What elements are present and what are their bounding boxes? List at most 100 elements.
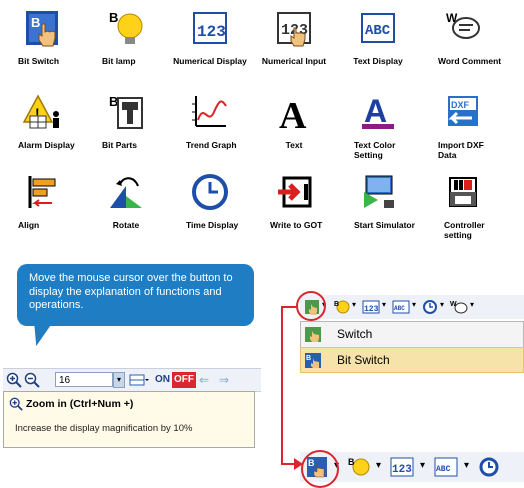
palette-bit-switch[interactable]: B Bit Switch — [0, 8, 84, 84]
tooltip-description: Increase the display magnification by 10… — [15, 423, 193, 434]
palette-label: Alarm Display — [18, 140, 75, 150]
trend-graph-icon — [192, 96, 227, 127]
clock-icon[interactable] — [478, 456, 500, 478]
palette-label: Bit Parts — [102, 140, 137, 150]
svg-text:B: B — [109, 10, 118, 25]
dropdown-arrow[interactable]: ▾ — [464, 460, 469, 471]
palette-text-display[interactable]: ABC Text Display — [336, 8, 420, 84]
palette-rotate[interactable]: Rotate — [84, 172, 168, 248]
on-button[interactable]: ON — [155, 372, 170, 388]
word-comment-icon[interactable]: W — [450, 299, 468, 315]
svg-text:B: B — [334, 301, 339, 308]
zoom-in-icon — [9, 397, 23, 411]
dropdown-arrow[interactable]: ▾ — [412, 300, 416, 309]
text-display-icon: ABC — [361, 13, 395, 43]
palette-label: Align — [18, 220, 40, 230]
bit-lamp-icon[interactable]: B — [348, 456, 370, 478]
tooltip: Zoom in (Ctrl+Num +) Increase the displa… — [3, 391, 255, 448]
connector-line — [281, 306, 283, 465]
bit-switch-icon: B — [26, 11, 58, 47]
palette-numerical-display[interactable]: 123 Numerical Display — [168, 8, 252, 84]
dropdown-arrow[interactable]: ▾ — [420, 460, 425, 471]
palette-text-color-setting[interactable]: A Text Color Setting — [336, 92, 420, 168]
svg-text:123: 123 — [364, 305, 379, 314]
numerical-display-icon[interactable]: 123 — [390, 456, 414, 478]
bit-lamp-icon[interactable]: B — [334, 299, 350, 315]
palette-text[interactable]: A Text — [252, 92, 336, 168]
dropdown-arrow[interactable]: ▾ — [376, 460, 381, 471]
palette-label: Text Display — [353, 56, 403, 66]
palette-label: Bit Switch — [18, 56, 60, 66]
dropdown-arrow[interactable]: ▾ — [440, 300, 444, 309]
palette-word-comment[interactable]: W Word Comment — [420, 8, 504, 84]
svg-text:123: 123 — [197, 23, 226, 41]
zoom-in-icon[interactable] — [6, 372, 22, 388]
import-dxf-icon: DXF — [448, 96, 478, 126]
off-button[interactable]: OFF — [172, 372, 196, 388]
palette-label: Numerical Display — [173, 56, 247, 66]
write-to-got-icon — [278, 176, 312, 208]
palette-write-to-got[interactable]: Write to GOT — [252, 172, 336, 248]
controller-setting-icon — [449, 177, 477, 207]
palette-numerical-input[interactable]: 123 Numerical Input — [252, 8, 336, 84]
palette-label: Controller setting — [444, 220, 485, 240]
alarm-display-icon: ! — [22, 94, 59, 129]
palette-label: Text — [285, 140, 303, 150]
text-color-icon: A — [362, 93, 394, 129]
dropdown-arrow[interactable]: ▾ — [352, 300, 356, 309]
zoom-toolbar: 16 ▾ ON OFF ⇐ ⇒ — [3, 368, 261, 392]
palette-label: Rotate — [112, 220, 140, 230]
numerical-input-icon: 123 — [277, 12, 311, 47]
word-comment-icon: W — [446, 11, 480, 39]
palette-label: Numerical Input — [261, 56, 327, 66]
numerical-display-icon[interactable]: 123 — [362, 299, 380, 315]
palette-import-dxf[interactable]: DXF Import DXF Data — [420, 92, 504, 168]
tooltip-title: Zoom in (Ctrl+Num +) — [26, 398, 134, 410]
palette-label: Text Color Setting — [354, 140, 396, 160]
palette-trend-graph[interactable]: Trend Graph — [168, 92, 252, 168]
dropdown-arrow[interactable]: ▾ — [470, 300, 474, 309]
palette-label: Import DXF Data — [438, 140, 484, 160]
callout-text: Move the mouse cursor over the button to… — [29, 272, 233, 311]
palette-label: Bit lamp — [102, 56, 136, 66]
menu-item-bit-switch[interactable]: B Bit Switch — [300, 347, 524, 373]
dropdown-arrow[interactable]: ▾ — [382, 300, 386, 309]
bit-switch-icon: B — [305, 353, 321, 368]
zoom-out-icon[interactable] — [24, 372, 40, 388]
palette-time-display[interactable]: Time Display — [168, 172, 252, 248]
start-simulator-icon — [364, 175, 394, 208]
arrow-right-icon[interactable]: ⇒ — [219, 372, 229, 388]
text-icon: A — [279, 95, 307, 132]
menu-item-label: Switch — [337, 327, 373, 341]
palette-label: Trend Graph — [186, 140, 237, 150]
palette-bit-lamp[interactable]: B Bit lamp — [84, 8, 168, 84]
palette-alarm-display[interactable]: ! Alarm Display — [0, 92, 84, 168]
svg-text:DXF: DXF — [451, 100, 470, 110]
palette-start-simulator[interactable]: Start Simulator — [336, 172, 420, 248]
clock-icon[interactable] — [422, 299, 438, 315]
menu-item-switch[interactable]: Switch — [301, 322, 523, 346]
svg-text:W: W — [450, 301, 457, 308]
menu-item-label: Bit Switch — [337, 353, 390, 367]
svg-text:B: B — [348, 457, 355, 467]
palette-label: Start Simulator — [354, 220, 415, 230]
palette-align[interactable]: Align — [0, 172, 84, 248]
zoom-input[interactable]: 16 — [55, 372, 113, 387]
svg-text:A: A — [279, 95, 307, 132]
palette-controller-setting[interactable]: Controller setting — [420, 172, 504, 248]
palette-label: Time Display — [186, 220, 239, 230]
callout-bubble: Move the mouse cursor over the button to… — [17, 264, 254, 326]
svg-text:ABC: ABC — [365, 23, 391, 39]
arrow-left-icon[interactable]: ⇐ — [199, 372, 209, 388]
text-display-icon[interactable]: ABC — [392, 299, 410, 315]
zoom-dropdown-arrow[interactable]: ▾ — [113, 372, 125, 388]
numerical-display-icon: 123 — [193, 12, 227, 44]
align-icon — [28, 176, 56, 208]
palette-bit-parts[interactable]: B Bit Parts — [84, 92, 168, 168]
grid-icon[interactable] — [129, 372, 149, 388]
time-display-icon — [192, 174, 228, 210]
bit-parts-icon: B — [109, 94, 143, 129]
svg-text:B: B — [31, 15, 40, 30]
text-display-icon[interactable]: ABC — [434, 456, 458, 478]
svg-text:ABC: ABC — [394, 305, 405, 312]
